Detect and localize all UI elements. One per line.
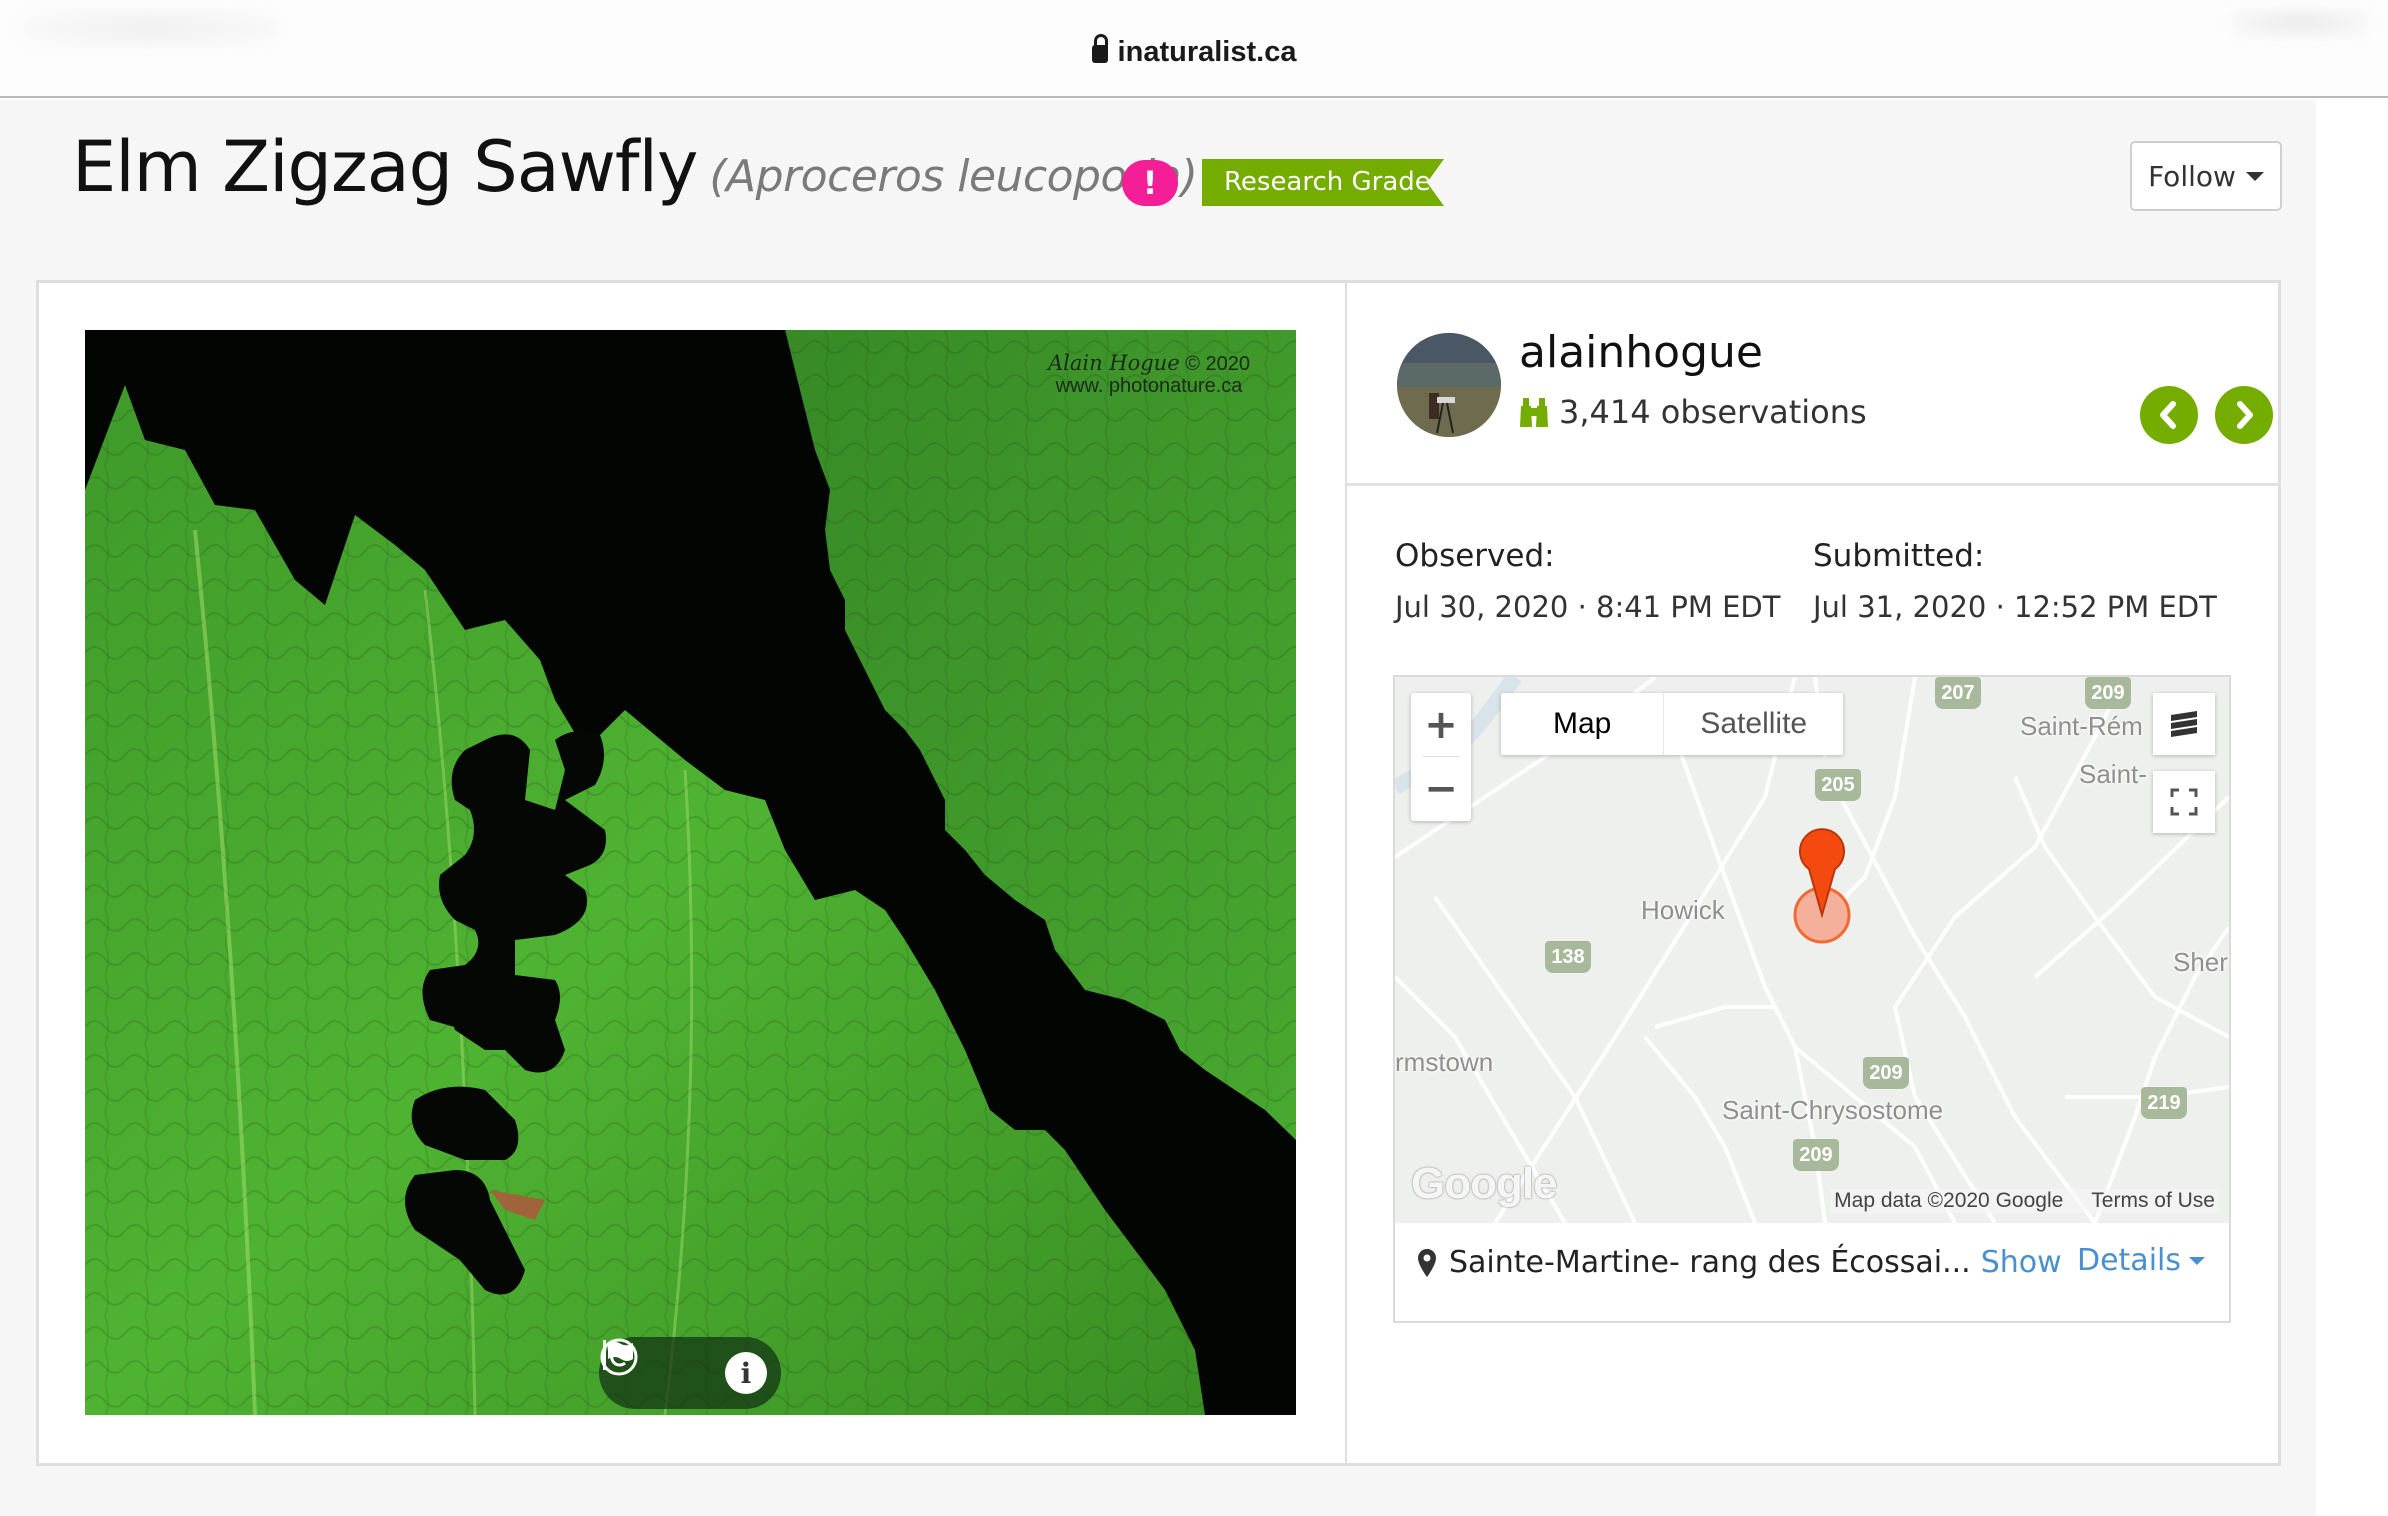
lock-icon [1091,34,1108,63]
observation-card: Alain Hogue © 2020 www. photonature.ca i [36,280,2281,1466]
details-label: Details [2076,1243,2181,1278]
browser-address-bar: inaturalist.ca [0,0,2388,98]
observed-date: Observed: Jul 30, 2020 · 8:41 PM EDT [1395,538,1780,624]
location-pin-icon [1418,1248,1436,1277]
browser-toolbar-right-blurred [2230,8,2370,38]
follow-label: Follow [2148,159,2236,193]
chevron-left-icon [2160,401,2176,429]
submitted-label: Submitted: [1813,538,1985,574]
observation-count-text: 3,414 observations [1559,393,1867,431]
submitted-date: Submitted: Jul 31, 2020 · 12:52 PM EDT [1813,538,2217,624]
route-shield: 138 [1545,941,1591,973]
map-place-label: Howick [1641,895,1725,925]
map-data-credit: Map data ©2020 Google [1834,1189,2064,1212]
binoculars-icon [1520,398,1548,427]
map-attribution: Map data ©2020 Google Terms of Use [1830,1189,2219,1213]
layers-icon [2171,711,2197,737]
map-type-satellite-button[interactable]: Satellite [1664,693,1843,755]
photo-column: Alain Hogue © 2020 www. photonature.ca i [39,283,1347,1463]
observation-marker[interactable] [1787,827,1857,951]
flag-button[interactable] [603,1340,711,1394]
needs-attention-badge[interactable]: ! [1122,160,1178,206]
map-place-label: Sher [2173,947,2228,977]
follow-button[interactable]: Follow [2130,141,2282,211]
photo-credit-year: © 2020 [1185,353,1250,375]
observed-value: Jul 30, 2020 · 8:41 PM EDT [1395,590,1781,624]
leaf-photo-illustration [85,330,1296,1415]
chevron-right-icon [2237,401,2253,429]
route-shield: 209 [1793,1139,1839,1171]
google-logo: Google [1411,1159,1558,1208]
fullscreen-icon [2170,788,2198,816]
route-shield: 207 [1935,677,1981,709]
flag-icon [603,1340,633,1370]
observation-details-panel: alainhogue 3,414 observations Observed: … [1347,283,2281,1463]
map-zoom-control: + − [1411,693,1471,821]
location-details-button[interactable]: Details [2077,1243,2205,1278]
avatar-photo [1397,333,1501,437]
next-observation-button[interactable] [2215,386,2273,444]
url-text: inaturalist.ca [1117,36,1297,68]
info-icon: i [725,1352,767,1394]
location-name: Sainte-Martine- rang des Écossai... [1449,1245,1971,1280]
quality-grade-badge: Research Grade [1202,159,1444,206]
route-shield: 209 [2085,677,2131,709]
observation-photo[interactable]: Alain Hogue © 2020 www. photonature.ca i [85,330,1296,1415]
map-place-label: rmstown [1395,1047,1494,1077]
map-place-label: Saint- [2079,759,2147,789]
show-location-link[interactable]: Show [1981,1245,2062,1280]
photo-credit-site: www. photonature.ca [1055,375,1243,397]
zoom-out-button[interactable]: − [1411,757,1471,821]
route-shield: 209 [1863,1057,1909,1089]
map-place-label: Saint-Rém [2020,711,2143,741]
map-layers-button[interactable] [2153,693,2215,755]
terms-of-use-link[interactable]: Terms of Use [2091,1189,2215,1213]
map-fullscreen-button[interactable] [2153,771,2215,833]
photo-controls: i [599,1337,781,1409]
observer-row: alainhogue 3,414 observations [1347,283,2281,486]
map-type-toggle: Map Satellite [1501,693,1844,755]
caret-down-icon [2245,171,2264,181]
previous-observation-button[interactable] [2140,386,2198,444]
zoom-in-button[interactable]: + [1411,693,1471,757]
info-button[interactable]: i [725,1352,767,1394]
location-box: Saint-Rém Saint- Howick Sher rmstown Sai… [1393,675,2231,1323]
route-shield: 219 [2141,1087,2187,1119]
observation-title: Elm Zigzag Sawfly (Aproceros leucopoda) [72,126,1198,208]
map-type-map-button[interactable]: Map [1501,693,1665,755]
observation-map[interactable]: Saint-Rém Saint- Howick Sher rmstown Sai… [1395,677,2229,1223]
observed-label: Observed: [1395,538,1555,574]
submitted-value: Jul 31, 2020 · 12:52 PM EDT [1813,590,2217,624]
observer-observation-count[interactable]: 3,414 observations [1519,393,1867,431]
photo-credit-author: Alain Hogue [1047,351,1180,375]
url-field[interactable]: inaturalist.ca [0,34,2388,69]
caret-down-icon [2189,1256,2205,1265]
route-shield: 205 [1815,769,1861,801]
map-place-label: Saint-Chrysostome [1722,1095,1944,1125]
observer-username[interactable]: alainhogue [1519,327,1763,378]
zoom-separator [1423,756,1459,757]
user-avatar[interactable] [1397,333,1501,437]
common-name[interactable]: Elm Zigzag Sawfly [72,126,698,208]
photo-watermark: Alain Hogue © 2020 www. photonature.ca [1048,352,1250,397]
